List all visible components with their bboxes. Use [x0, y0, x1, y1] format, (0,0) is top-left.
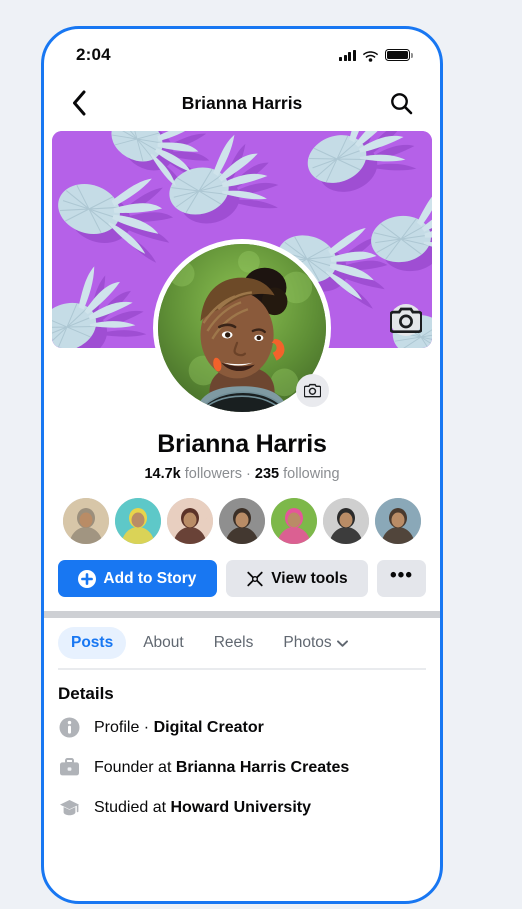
profile-picture-container [153, 239, 331, 417]
detail-prefix: Founder at [94, 758, 176, 776]
chevron-left-icon [72, 90, 85, 116]
profile-action-buttons: Add to Story View tools ••• [44, 560, 440, 597]
edit-profile-picture-button[interactable] [296, 374, 329, 407]
details-title: Details [58, 683, 114, 703]
wifi-icon [362, 50, 379, 62]
detail-row[interactable]: Founder at Brianna Harris Creates [58, 748, 426, 788]
detail-text: Founder at Brianna Harris Creates [94, 759, 349, 777]
status-bar: 2:04 [44, 29, 440, 75]
profile-identity: Brianna Harris 14.7k followers · 235 fol… [44, 430, 440, 482]
details-list: Profile · Digital Creator Founder at Bria… [58, 708, 426, 828]
section-divider [44, 611, 440, 618]
add-to-story-label: Add to Story [103, 569, 197, 587]
friend-avatar-image [375, 498, 421, 544]
friend-avatar-5[interactable] [271, 498, 317, 544]
cover-area [52, 131, 432, 417]
tab-about[interactable]: About [130, 627, 197, 659]
tools-icon [247, 571, 263, 586]
detail-value: Howard University [170, 798, 311, 816]
more-options-button[interactable]: ••• [377, 560, 426, 597]
profile-tabs: Posts About Reels Photos [44, 618, 440, 668]
tab-posts[interactable]: Posts [58, 627, 127, 659]
camera-icon [390, 307, 422, 334]
friend-avatar-image [167, 498, 213, 544]
following-count: 235 [254, 466, 280, 482]
cellular-signal-icon [339, 49, 356, 61]
following-label: following [283, 466, 340, 482]
friend-avatar-image [323, 498, 369, 544]
detail-text: Profile · Digital Creator [94, 719, 264, 737]
followers-count: 14.7k [144, 466, 181, 482]
tab-label: Reels [213, 634, 254, 651]
friend-avatar-image [219, 498, 265, 544]
edit-cover-photo-button[interactable] [390, 304, 422, 336]
detail-row[interactable]: Profile · Digital Creator [58, 708, 426, 748]
tab-reels[interactable]: Reels [201, 627, 267, 659]
tab-photos[interactable]: Photos [270, 627, 360, 659]
friend-avatar-image [63, 498, 109, 544]
chevron-down-icon [336, 634, 348, 652]
followers-label: followers [184, 466, 242, 482]
friend-avatar-2[interactable] [115, 498, 161, 544]
friend-avatar-1[interactable] [63, 498, 109, 544]
page-title: Brianna Harris [181, 92, 303, 113]
tab-label: About [143, 634, 184, 651]
detail-value: Brianna Harris Creates [175, 758, 350, 776]
status-icons [339, 48, 413, 62]
camera-icon [304, 383, 321, 398]
search-icon [390, 92, 412, 114]
search-button[interactable] [384, 86, 418, 120]
nav-bar: Brianna Harris [44, 75, 440, 131]
status-time: 2:04 [76, 45, 111, 64]
detail-row[interactable]: Studied at Howard University [58, 788, 426, 828]
profile-stats[interactable]: 14.7k followers · 235 following [44, 466, 440, 482]
detail-text: Studied at Howard University [94, 799, 311, 817]
friend-avatar-3[interactable] [167, 498, 213, 544]
briefcase-icon [58, 757, 80, 779]
profile-name: Brianna Harris [157, 430, 327, 458]
friend-avatar-image [271, 498, 317, 544]
add-to-story-button[interactable]: Add to Story [58, 560, 217, 597]
view-tools-button[interactable]: View tools [225, 560, 368, 597]
friend-avatar-7[interactable] [375, 498, 421, 544]
battery-icon [385, 48, 413, 62]
detail-prefix: Studied at [94, 798, 171, 816]
info-icon [58, 717, 80, 739]
plus-circle-icon [78, 569, 97, 588]
tab-label: Photos [283, 634, 332, 651]
stats-separator: · [246, 466, 251, 482]
friend-avatar-4[interactable] [219, 498, 265, 544]
friend-avatar-6[interactable] [323, 498, 369, 544]
details-section: Details Profile · Digital Creator Founder… [44, 670, 440, 828]
friends-avatar-row [44, 498, 440, 544]
back-button[interactable] [62, 86, 96, 120]
graduation-cap-icon [58, 797, 80, 819]
detail-prefix: Profile · [94, 718, 154, 736]
friend-avatar-image [115, 498, 161, 544]
tab-label: Posts [71, 634, 114, 651]
view-tools-label: View tools [271, 569, 348, 587]
detail-value: Digital Creator [153, 718, 264, 736]
phone-frame: 2:04 Brianna Harris Brianna Harris 14.7k… [41, 26, 443, 904]
